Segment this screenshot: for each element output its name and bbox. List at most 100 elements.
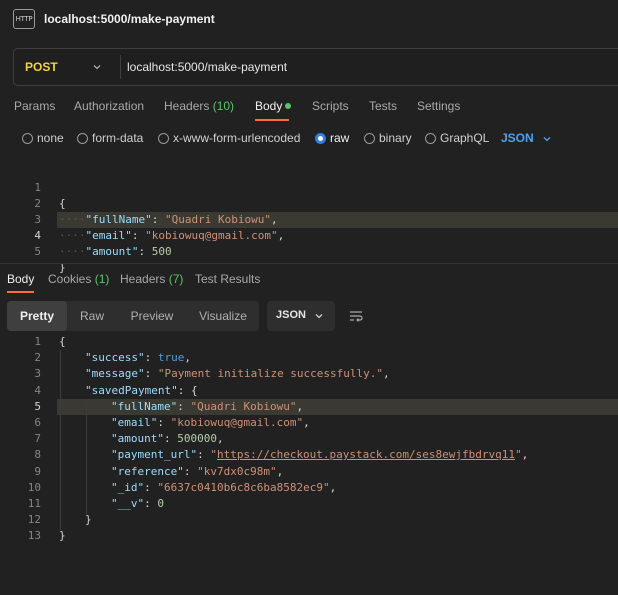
line-number: 4 <box>34 384 41 397</box>
json-sep: : <box>144 367 158 380</box>
request-title[interactable]: localhost:5000/make-payment <box>44 12 215 26</box>
radio-form-data[interactable]: form-data <box>77 131 143 145</box>
view-raw-button[interactable]: Raw <box>67 301 117 331</box>
json-tail: , <box>184 351 191 364</box>
json-sep: : <box>131 229 146 242</box>
json-value: "Quadri Kobiowu" <box>164 213 271 226</box>
code-text: { <box>59 335 66 348</box>
tab-settings[interactable]: Settings <box>417 99 460 113</box>
json-value: "6637c0410b6c8c6ba8582ec9" <box>157 481 330 494</box>
json-value: "Payment initialize successfully." <box>157 367 384 380</box>
json-tail: , <box>277 229 285 242</box>
view-preview-button[interactable]: Preview <box>117 301 187 331</box>
tab-headers-count: (10) <box>212 99 235 113</box>
tab-response-body[interactable]: Body <box>7 272 34 286</box>
json-value: true <box>157 351 185 364</box>
modified-dot-icon <box>285 103 292 109</box>
tab-authorization[interactable]: Authorization <box>74 99 144 113</box>
response-body-viewer[interactable]: 1 { 2 "success": true, 3 "message": "Paymen… <box>0 334 618 549</box>
tab-response-headers[interactable]: Headers (7) <box>120 272 183 286</box>
tab-body[interactable]: Body <box>255 99 292 113</box>
wrap-lines-icon[interactable] <box>348 308 364 324</box>
json-key: "success" <box>85 351 145 364</box>
line-number: 1 <box>34 335 41 348</box>
code-text: } <box>59 529 66 542</box>
view-pretty-button[interactable]: Pretty <box>7 301 67 331</box>
json-tail: , <box>296 400 304 413</box>
tab-cookies-count: (1) <box>94 272 110 286</box>
json-tail: , <box>383 367 390 380</box>
json-tail: , <box>329 481 337 494</box>
json-value: "Quadri Kobiowu" <box>190 400 297 413</box>
tab-tests[interactable]: Tests <box>369 99 397 113</box>
url-input[interactable]: localhost:5000/make-payment <box>127 60 287 74</box>
json-key: "reference" <box>111 465 184 478</box>
tab-params[interactable]: Params <box>14 99 55 113</box>
json-key: "__v" <box>111 497 145 510</box>
radio-binary[interactable]: binary <box>364 131 412 145</box>
json-sep: : <box>144 497 158 510</box>
body-format-select[interactable]: JSON <box>501 131 534 145</box>
line-number: 7 <box>34 432 41 445</box>
radio-raw[interactable]: raw <box>315 131 349 145</box>
json-value: "kobiowuq@gmail.com" <box>170 416 304 429</box>
code-line: 1 { <box>0 164 65 210</box>
json-tail: , <box>521 448 529 461</box>
panel-resize-handle[interactable] <box>0 263 618 264</box>
radio-checked-icon <box>315 132 326 144</box>
json-key: "email" <box>111 416 158 429</box>
json-key: "email" <box>85 229 132 242</box>
json-tail: , <box>270 213 278 226</box>
radio-circle-icon <box>22 132 33 144</box>
radio-graphql[interactable]: GraphQL <box>425 131 489 145</box>
line-number: 5 <box>34 245 41 258</box>
json-sep: : <box>177 384 191 397</box>
payment-url-link[interactable]: https://checkout.paystack.com/ses8ewjfbd… <box>217 448 515 461</box>
indent-guide <box>86 399 87 514</box>
code-line: 2 ····"fullName": "Quadri Kobiowu", <box>0 180 277 226</box>
radio-circle-icon <box>158 132 169 144</box>
line-number: 11 <box>27 497 41 510</box>
radio-label: binary <box>379 131 412 145</box>
chevron-down-icon[interactable] <box>541 133 553 145</box>
json-sep: : <box>183 465 198 478</box>
tab-scripts[interactable]: Scripts <box>312 99 349 113</box>
json-key: "amount" <box>111 432 164 445</box>
code-line: 3 ····"email": "kobiowuq@gmail.com", <box>0 196 284 242</box>
tab-cookies[interactable]: Cookies (1) <box>48 272 109 286</box>
radio-label: none <box>37 131 64 145</box>
line-number: 9 <box>34 465 41 478</box>
radio-x-www-form-urlencoded[interactable]: x-www-form-urlencoded <box>158 131 300 145</box>
tab-response-headers-label: Headers <box>120 272 166 286</box>
code-line: 4 ····"amount": 500 <box>0 212 171 258</box>
response-format-select[interactable]: JSON <box>267 301 335 331</box>
line-number: 10 <box>27 481 41 494</box>
json-sep: : <box>144 481 158 494</box>
json-value: "kobiowuq@gmail.com" <box>145 229 278 242</box>
active-tab-indicator <box>7 291 34 293</box>
chevron-down-icon <box>315 314 323 319</box>
json-key: "amount" <box>85 245 139 258</box>
json-sep: : <box>163 432 178 445</box>
code-text: } <box>85 513 92 526</box>
line-number: 13 <box>27 529 41 542</box>
method-select[interactable]: POST <box>25 60 58 74</box>
title-bar: HTTP localhost:5000/make-payment <box>0 0 618 40</box>
chevron-down-icon[interactable] <box>91 61 103 73</box>
active-tab-indicator <box>255 119 289 121</box>
json-sep: : <box>138 245 152 258</box>
view-visualize-button[interactable]: Visualize <box>187 301 259 331</box>
tab-test-results[interactable]: Test Results <box>195 272 260 286</box>
http-icon-text: HTTP <box>15 15 33 23</box>
tab-headers-label: Headers <box>164 99 210 113</box>
radio-circle-icon <box>77 132 88 144</box>
radio-none[interactable]: none <box>22 131 64 145</box>
request-body-editor[interactable]: 1 { 2 ····"fullName": "Quadri Kobiowu", … <box>0 164 618 274</box>
line-number: 6 <box>34 416 41 429</box>
radio-label: raw <box>330 131 350 145</box>
json-value: 500000 <box>177 432 217 445</box>
json-tail: , <box>276 465 284 478</box>
tab-headers[interactable]: Headers (10) <box>164 99 234 113</box>
radio-label: form-data <box>92 131 144 145</box>
json-sep: : <box>197 448 211 461</box>
